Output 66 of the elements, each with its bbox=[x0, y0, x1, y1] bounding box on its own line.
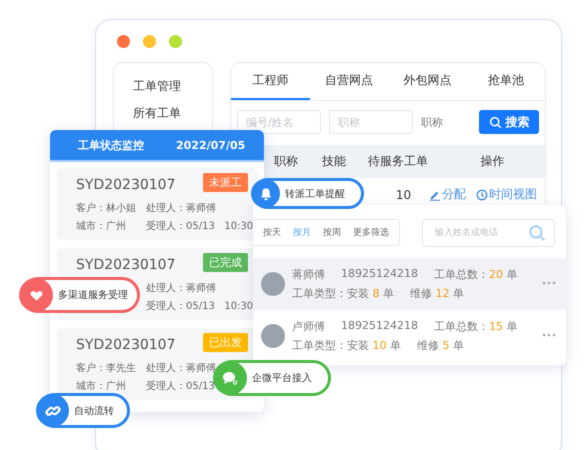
window-control-dot[interactable] bbox=[117, 35, 130, 48]
column-header: 待服务工单 bbox=[368, 153, 429, 170]
search-icon bbox=[528, 224, 546, 242]
technician-name: 蒋师傅 bbox=[292, 267, 325, 282]
column-header: 技能 bbox=[322, 153, 347, 170]
technician-row[interactable]: 卢师傅 18925124218 工单总数：15 单 工单类型：安装 10 单 维修 5 单 bbox=[253, 310, 566, 362]
clock-icon bbox=[476, 188, 488, 200]
order-id: SYD20230107 bbox=[76, 177, 176, 195]
action-link[interactable]: 时间视图 bbox=[476, 186, 537, 203]
tab[interactable]: 抢单池 bbox=[466, 63, 545, 100]
repair-count: 维修 5 单 bbox=[417, 338, 464, 353]
handler-text: 处理人：蒋师傅 bbox=[146, 202, 217, 215]
acceptor-text: 受理人：05/13 10:30 bbox=[146, 300, 254, 313]
more-icon[interactable] bbox=[542, 333, 556, 337]
filter-label: 职称 bbox=[421, 114, 443, 130]
tab[interactable]: 外包网点 bbox=[388, 63, 466, 100]
handler-text: 处理人：蒋师傅 bbox=[146, 282, 217, 295]
table-cell: 10 bbox=[396, 188, 412, 202]
order-total: 工单总数：20 单 bbox=[434, 267, 518, 282]
customer-text: 客户：李先生 bbox=[76, 362, 137, 375]
action-link[interactable]: 分配 bbox=[429, 186, 466, 203]
handler-text: 处理人：蒋师傅 bbox=[146, 362, 217, 375]
tab[interactable]: 工程师 bbox=[231, 63, 310, 100]
badge-label: 转派工单提醒 bbox=[285, 188, 345, 200]
period-option[interactable]: 按天 bbox=[263, 226, 281, 239]
avatar-placeholder bbox=[261, 324, 285, 348]
phone-number: 18925124218 bbox=[341, 267, 418, 282]
badge-label: 自动流转 bbox=[74, 404, 114, 418]
acceptor-text: 受理人：05/13 10:30 bbox=[146, 220, 254, 233]
repair-count: 维修 12 单 bbox=[410, 286, 464, 301]
install-count: 工单类型：安装 10 单 bbox=[292, 338, 401, 353]
period-option[interactable]: 按周 bbox=[323, 226, 341, 239]
tab[interactable]: 自营网点 bbox=[310, 63, 388, 100]
status-tag: 未派工 bbox=[203, 173, 248, 192]
badge-label: 企微平台接入 bbox=[252, 372, 312, 385]
badge-label: 多渠道服务受理 bbox=[58, 288, 128, 302]
input-field[interactable]: 编号/姓名 bbox=[237, 110, 321, 134]
order-id: SYD20230107 bbox=[76, 257, 176, 275]
sidebar-item[interactable]: 所有工单 bbox=[133, 100, 181, 127]
column-header: 职称 bbox=[274, 153, 299, 170]
window-control-dot[interactable] bbox=[143, 35, 156, 48]
technician-row[interactable]: 蒋师傅 18925124218 工单总数：20 单 工单类型：安装 8 单 维修 12 单 bbox=[253, 258, 566, 310]
monitor-date: 2022/07/05 bbox=[176, 138, 246, 152]
search-icon bbox=[488, 116, 502, 128]
search-field[interactable]: 输入姓名或电话 bbox=[422, 219, 555, 247]
sidebar-item[interactable]: 工单管理 bbox=[133, 73, 181, 100]
status-tag: 已完成 bbox=[203, 253, 248, 272]
column-header: 操作 bbox=[480, 153, 504, 170]
order-id: SYD20230107 bbox=[76, 337, 176, 355]
customer-text: 客户：林小姐 bbox=[76, 202, 137, 215]
install-count: 工单类型：安装 8 单 bbox=[292, 286, 394, 301]
phone-number: 18925124218 bbox=[341, 319, 418, 334]
technician-name: 卢师傅 bbox=[292, 319, 325, 334]
window-control-dot[interactable] bbox=[169, 35, 182, 48]
period-option[interactable]: 更多筛选 bbox=[353, 226, 389, 239]
pencil-icon bbox=[429, 188, 441, 200]
more-icon[interactable] bbox=[542, 281, 556, 285]
input-field[interactable]: 职称 bbox=[329, 110, 413, 134]
city-text: 城市：广州 bbox=[76, 220, 127, 233]
acceptor-text: 受理人：05/13 bbox=[146, 380, 216, 393]
city-text: 城市：广州 bbox=[76, 380, 127, 393]
avatar-placeholder bbox=[261, 272, 285, 296]
monitor-title: 工单状态监控 bbox=[78, 138, 144, 152]
order-total: 工单总数：15 单 bbox=[434, 319, 518, 334]
search-button[interactable]: 搜索 bbox=[479, 110, 539, 134]
status-tag: 已出发 bbox=[203, 333, 248, 352]
